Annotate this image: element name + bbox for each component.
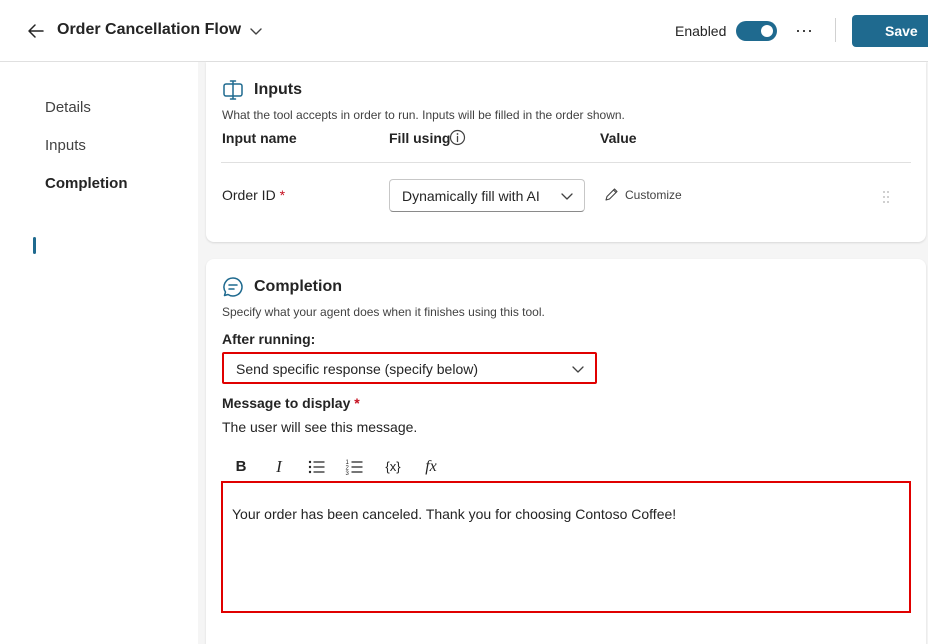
bullet-list-icon[interactable] xyxy=(306,456,328,478)
column-input-name: Input name xyxy=(222,130,297,146)
insert-variable-button[interactable]: {x} xyxy=(382,456,404,478)
svg-text:3: 3 xyxy=(346,471,350,477)
enabled-toggle[interactable] xyxy=(736,21,777,41)
message-help-text: The user will see this message. xyxy=(222,419,418,435)
message-label: Message to display * xyxy=(222,395,360,411)
inputs-card: Inputs What the tool accepts in order to… xyxy=(206,62,926,242)
inputs-icon xyxy=(223,80,243,100)
customize-button[interactable]: Customize xyxy=(604,187,682,202)
save-button[interactable]: Save xyxy=(852,15,928,47)
chevron-down-icon[interactable] xyxy=(248,23,264,39)
chat-bubble-icon xyxy=(223,277,243,297)
nav-item-inputs[interactable]: Inputs xyxy=(45,137,86,154)
nav-item-details[interactable]: Details xyxy=(45,99,91,116)
customize-label: Customize xyxy=(625,187,682,202)
fill-using-dropdown[interactable]: Dynamically fill with AI xyxy=(389,179,585,212)
more-options-button[interactable]: ··· xyxy=(795,16,813,44)
enabled-label: Enabled xyxy=(675,23,727,39)
required-mark: * xyxy=(354,395,360,411)
info-icon[interactable] xyxy=(449,129,466,146)
nav-active-indicator xyxy=(33,237,36,254)
after-running-dropdown[interactable]: Send specific response (specify below) xyxy=(222,352,597,384)
message-editor[interactable]: Your order has been canceled. Thank you … xyxy=(221,481,911,613)
chevron-down-icon xyxy=(572,366,584,373)
input-row-name: Order ID * xyxy=(222,187,285,203)
column-value: Value xyxy=(600,130,637,146)
message-text: Your order has been canceled. Thank you … xyxy=(232,506,677,522)
left-nav: Details Inputs Completion xyxy=(0,62,198,644)
chevron-down-icon xyxy=(561,193,573,200)
message-label-text: Message to display xyxy=(222,395,351,411)
completion-card: Completion Specify what your agent does … xyxy=(206,259,926,644)
bold-button[interactable]: B xyxy=(230,456,252,478)
back-arrow-icon[interactable] xyxy=(26,21,46,41)
inputs-description: What the tool accepts in order to run. I… xyxy=(222,108,625,122)
required-mark: * xyxy=(279,187,286,203)
insert-formula-button[interactable]: fx xyxy=(420,456,442,478)
italic-button[interactable]: I xyxy=(268,456,290,478)
pencil-icon xyxy=(605,188,618,201)
flow-title: Order Cancellation Flow xyxy=(57,21,242,38)
input-name-text: Order ID xyxy=(222,187,276,203)
column-fill-using: Fill using xyxy=(389,130,451,146)
completion-description: Specify what your agent does when it fin… xyxy=(222,305,545,319)
top-header: Order Cancellation Flow Enabled ··· Save xyxy=(0,0,928,62)
numbered-list-icon[interactable]: 1 2 3 xyxy=(344,456,366,478)
after-running-value: Send specific response (specify below) xyxy=(236,361,479,377)
completion-title: Completion xyxy=(254,278,342,295)
header-divider xyxy=(835,18,836,42)
after-running-label: After running: xyxy=(222,331,316,347)
table-divider xyxy=(221,162,911,163)
toggle-knob xyxy=(761,25,773,37)
drag-handle-icon[interactable] xyxy=(882,190,890,204)
fill-using-value: Dynamically fill with AI xyxy=(402,188,540,204)
inputs-title: Inputs xyxy=(254,81,302,98)
nav-item-completion[interactable]: Completion xyxy=(45,175,128,192)
